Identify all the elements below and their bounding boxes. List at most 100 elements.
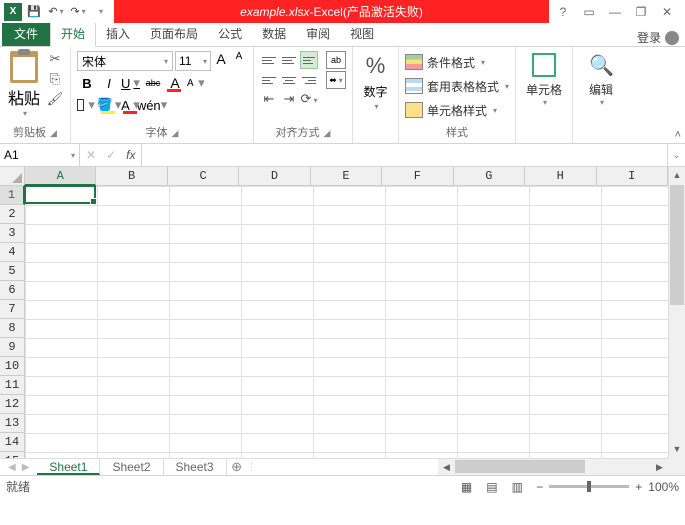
sheet-nav-next-button[interactable]: ▶ <box>22 462 30 473</box>
cells-button[interactable]: 单元格▾ <box>522 51 566 126</box>
excel-icon[interactable]: X <box>4 3 22 21</box>
column-header[interactable]: C <box>168 167 239 186</box>
page-break-view-button[interactable]: ▥ <box>506 480 528 494</box>
row-header[interactable]: 2 <box>0 205 25 224</box>
page-layout-view-button[interactable]: ▤ <box>481 480 503 494</box>
cut-button[interactable]: ✂ <box>46 51 64 69</box>
alignment-dialog-launcher[interactable]: ◢ <box>324 128 331 138</box>
tab-page-layout[interactable]: 页面布局 <box>140 22 208 46</box>
align-top-button[interactable] <box>260 51 278 69</box>
tab-formulas[interactable]: 公式 <box>208 22 252 46</box>
grow-font-button[interactable]: A <box>213 51 229 71</box>
row-header[interactable]: 5 <box>0 262 25 281</box>
scroll-up-button[interactable]: ▲ <box>669 167 685 184</box>
phonetic-guide-button[interactable]: wén▾ <box>143 95 163 115</box>
undo-button[interactable]: ↶▾ <box>46 2 66 22</box>
tab-home[interactable]: 开始 <box>50 21 96 47</box>
strikethrough-button[interactable]: abc <box>143 73 163 93</box>
redo-button[interactable]: ↷▾ <box>68 2 88 22</box>
copy-button[interactable]: ⎘ <box>46 71 64 89</box>
column-header[interactable]: A <box>25 167 96 186</box>
column-header[interactable]: I <box>597 167 668 186</box>
underline-button[interactable]: U▾ <box>121 73 141 93</box>
align-left-button[interactable] <box>260 71 278 89</box>
sheet-split-handle[interactable]: ⋮ <box>247 462 253 473</box>
scroll-right-button[interactable]: ▶ <box>651 462 668 473</box>
accept-formula-button[interactable]: ✓ <box>106 148 116 162</box>
vertical-scroll-thumb[interactable] <box>670 185 684 305</box>
help-button[interactable]: ? <box>553 5 573 19</box>
number-dropdown[interactable]: ▾ <box>374 102 378 111</box>
restore-button[interactable]: ❐ <box>631 5 651 19</box>
sheet-tab-3[interactable]: Sheet3 <box>164 459 227 475</box>
row-header[interactable]: 12 <box>0 395 25 414</box>
number-format-label[interactable]: 数字 <box>363 83 387 100</box>
italic-button[interactable]: I <box>99 73 119 93</box>
row-header[interactable]: 14 <box>0 433 25 452</box>
add-sheet-button[interactable]: ⊕ <box>227 459 247 475</box>
column-header[interactable]: B <box>96 167 167 186</box>
column-header[interactable]: F <box>382 167 453 186</box>
save-button[interactable]: 💾 <box>24 2 44 22</box>
tab-review[interactable]: 审阅 <box>296 22 340 46</box>
name-box[interactable]: A1▾ <box>0 144 80 166</box>
row-header[interactable]: 6 <box>0 281 25 300</box>
zoom-out-button[interactable]: − <box>536 480 543 494</box>
tab-insert[interactable]: 插入 <box>96 22 140 46</box>
zoom-in-button[interactable]: + <box>635 480 642 494</box>
row-header[interactable]: 4 <box>0 243 25 262</box>
row-header[interactable]: 3 <box>0 224 25 243</box>
vertical-scrollbar[interactable]: ▲ ▼ <box>668 167 685 458</box>
row-header[interactable]: 7 <box>0 300 25 319</box>
font-size-combo[interactable]: 11▾ <box>175 51 211 71</box>
orientation-button[interactable]: ⟳▾ <box>300 91 318 107</box>
horizontal-scroll-thumb[interactable] <box>455 460 585 473</box>
row-header[interactable]: 9 <box>0 338 25 357</box>
row-header[interactable]: 13 <box>0 414 25 433</box>
conditional-formatting-button[interactable]: 条件格式▾ <box>405 51 509 73</box>
large-a-icon[interactable]: A <box>165 73 185 93</box>
align-center-button[interactable] <box>280 71 298 89</box>
sheet-tab-2[interactable]: Sheet2 <box>100 459 163 475</box>
insert-function-button[interactable]: fx <box>126 148 135 162</box>
increase-indent-button[interactable]: ⇥ <box>280 91 298 107</box>
scroll-left-button[interactable]: ◀ <box>438 462 455 473</box>
align-bottom-button[interactable] <box>300 51 318 69</box>
qat-customize-button[interactable]: ▾ <box>90 2 110 22</box>
font-name-combo[interactable]: 宋体▾ <box>77 51 173 71</box>
fill-color-button[interactable]: 🪣▾ <box>99 95 119 115</box>
cell-styles-button[interactable]: 单元格样式▾ <box>405 99 509 121</box>
column-header[interactable]: H <box>525 167 596 186</box>
zoom-level-label[interactable]: 100% <box>648 480 679 494</box>
tab-data[interactable]: 数据 <box>252 22 296 46</box>
column-header[interactable]: G <box>454 167 525 186</box>
wrap-text-button[interactable]: ab <box>326 51 346 69</box>
close-button[interactable]: ✕ <box>657 5 677 19</box>
clipboard-dialog-launcher[interactable]: ◢ <box>50 128 57 138</box>
minimize-button[interactable]: — <box>605 5 625 19</box>
editing-button[interactable]: 🔍 编辑▾ <box>579 51 623 126</box>
borders-button[interactable]: ▾ <box>77 95 97 115</box>
font-dialog-launcher[interactable]: ◢ <box>172 128 179 138</box>
merge-center-button[interactable]: ⬌▾ <box>326 71 346 89</box>
row-header[interactable]: 1 <box>0 186 25 205</box>
row-header[interactable]: 10 <box>0 357 25 376</box>
sheet-nav-prev-button[interactable]: ◀ <box>8 462 16 473</box>
column-header[interactable]: D <box>239 167 310 186</box>
scroll-down-button[interactable]: ▼ <box>669 441 685 458</box>
row-header[interactable]: 8 <box>0 319 25 338</box>
format-painter-button[interactable]: 🖌 <box>46 91 64 109</box>
login-label[interactable]: 登录 <box>637 29 661 46</box>
format-as-table-button[interactable]: 套用表格格式▾ <box>405 75 509 97</box>
expand-formula-bar-button[interactable]: ⌄ <box>667 144 685 166</box>
ribbon-display-options-button[interactable]: ▭ <box>579 5 599 19</box>
row-header[interactable]: 11 <box>0 376 25 395</box>
align-right-button[interactable] <box>300 71 318 89</box>
sheet-tab-1[interactable]: Sheet1 <box>37 459 100 475</box>
user-avatar-icon[interactable] <box>665 31 679 45</box>
normal-view-button[interactable]: ▦ <box>456 480 478 494</box>
cells-area[interactable] <box>25 186 668 458</box>
tab-file[interactable]: 文件 <box>2 22 50 46</box>
formula-input[interactable] <box>142 144 667 166</box>
collapse-ribbon-button[interactable]: ˄ <box>675 129 681 141</box>
